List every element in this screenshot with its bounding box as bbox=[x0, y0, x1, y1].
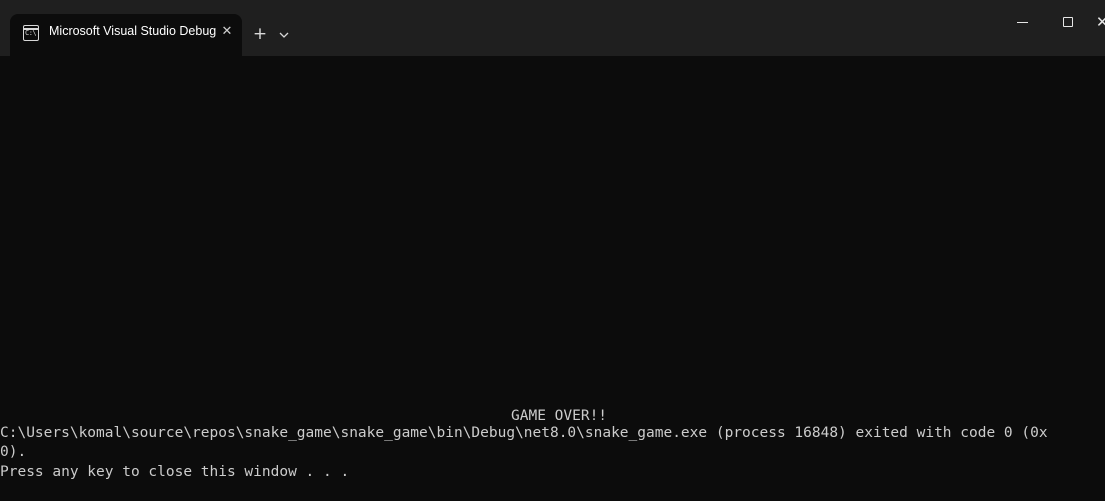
process-exit-line-continued: 0). bbox=[0, 444, 27, 460]
console-app-icon-glyph: C:\ bbox=[25, 29, 37, 37]
new-tab-button[interactable]: + bbox=[251, 22, 269, 46]
press-any-key-prompt: Press any key to close this window . . . bbox=[0, 464, 350, 480]
tab-title: Microsoft Visual Studio Debug Console bbox=[49, 24, 219, 38]
close-window-button[interactable]: ✕ bbox=[1092, 0, 1105, 44]
close-icon: ✕ bbox=[1096, 13, 1105, 31]
chevron-down-icon[interactable] bbox=[277, 24, 291, 46]
maximize-icon bbox=[1063, 17, 1073, 27]
tab-debug-console[interactable]: C:\ Microsoft Visual Studio Debug Consol… bbox=[10, 14, 242, 56]
console-app-icon: C:\ bbox=[23, 25, 39, 41]
process-exit-line: C:\Users\komal\source\repos\snake_game\s… bbox=[0, 425, 1048, 441]
terminal-window: C:\ Microsoft Visual Studio Debug Consol… bbox=[0, 0, 1105, 501]
title-bar[interactable]: C:\ Microsoft Visual Studio Debug Consol… bbox=[0, 0, 1105, 56]
minimize-button[interactable] bbox=[1000, 0, 1046, 44]
minimize-icon bbox=[1017, 22, 1028, 23]
console-output[interactable]: GAME OVER!! C:\Users\komal\source\repos\… bbox=[0, 56, 1105, 501]
close-tab-icon[interactable]: ✕ bbox=[218, 21, 236, 43]
maximize-button[interactable] bbox=[1046, 0, 1092, 44]
